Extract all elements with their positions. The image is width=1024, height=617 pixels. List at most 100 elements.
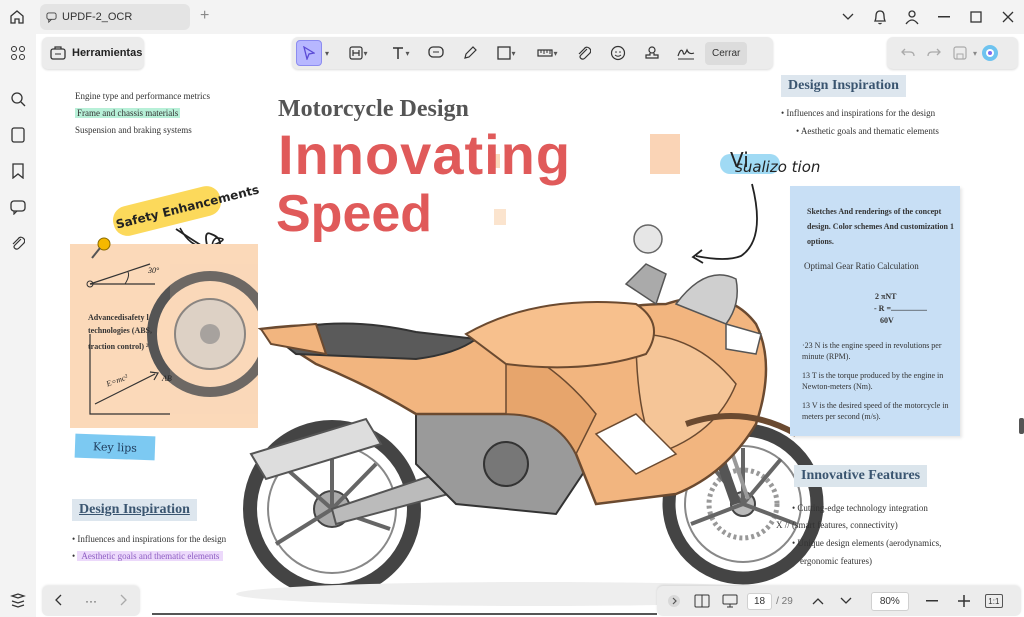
smiley-icon: [610, 45, 626, 61]
bullet-text: Influences and inspirations for the desi…: [77, 534, 227, 544]
title-line-2: Speed: [276, 185, 433, 243]
formula-line-1: 2 πNT: [875, 292, 897, 301]
attachment-icon[interactable]: [7, 232, 29, 254]
layers-icon[interactable]: [7, 590, 29, 612]
bottom-bullet-list: • Influences and inspirations for the de…: [72, 534, 226, 561]
save-icon[interactable]: [947, 40, 973, 66]
n-definition: ·23 N is the engine speed in revolutions…: [802, 341, 942, 361]
key-tips-tag[interactable]: Key lips: [74, 433, 156, 461]
maximize-button[interactable]: [960, 0, 992, 34]
chevron-down-icon[interactable]: [835, 589, 857, 613]
undo-icon[interactable]: [895, 40, 921, 66]
history-toolbar: ▾: [887, 37, 1018, 69]
tools-label: Herramientas: [72, 47, 143, 59]
pages-icon[interactable]: [7, 124, 29, 146]
pencil-tool-button[interactable]: [457, 40, 483, 66]
ai-assistant-icon[interactable]: [977, 40, 1003, 66]
cursor-icon: [303, 46, 315, 60]
text-tool-button[interactable]: ▾: [385, 40, 415, 66]
sticker-tool-button[interactable]: [605, 40, 631, 66]
user-icon[interactable]: [896, 0, 928, 34]
innovative-features-heading: Innovative Features: [794, 465, 928, 487]
zoom-in-icon[interactable]: [953, 589, 975, 613]
spec-list: Engine type and performance metrics Fram…: [75, 91, 210, 135]
highlight-tool-button[interactable]: ▾: [343, 40, 373, 66]
list-item-highlighted[interactable]: • Aesthetic goals and thematic elements: [72, 551, 226, 561]
title-line-1: Innovating: [278, 123, 572, 186]
design-inspiration-heading-top: Design Inspiration: [781, 75, 906, 97]
new-tab-button[interactable]: +: [200, 7, 209, 25]
text-icon: [392, 47, 403, 59]
total-pages: / 29: [776, 595, 793, 607]
rectangle-icon: [496, 46, 511, 60]
minimize-button[interactable]: [928, 0, 960, 34]
attach-tool-button[interactable]: [571, 40, 597, 66]
angle-label: 30°: [148, 266, 160, 275]
innov-bullet-2: X // (smart features, connectivity): [776, 520, 898, 530]
actual-size-button[interactable]: 1:1: [984, 594, 1003, 608]
paperclip-icon: [578, 46, 592, 60]
visualization-label-2: sualizo tion: [735, 158, 821, 176]
close-annotation-button[interactable]: Cerrar: [705, 41, 748, 65]
highlight-icon: [348, 46, 363, 60]
v-definition: 13 V is the desired speed of the motorcy…: [802, 401, 949, 421]
bookmark-icon[interactable]: [7, 160, 29, 182]
close-window-button[interactable]: [992, 0, 1024, 34]
collapse-arrow-icon[interactable]: [663, 589, 685, 613]
reading-mode-icon[interactable]: [691, 589, 713, 613]
t-definition: 13 T is the torque produced by the engin…: [802, 371, 944, 391]
stamp-tool-button[interactable]: [639, 40, 665, 66]
chevron-down-icon[interactable]: [832, 0, 864, 34]
home-icon[interactable]: [6, 6, 28, 28]
signature-tool-button[interactable]: [673, 40, 699, 66]
calc-title: Optimal Gear Ratio Calculation: [804, 261, 919, 271]
signature-icon: [677, 48, 695, 60]
toolbox-icon: [50, 46, 66, 60]
shape-tool-button[interactable]: ▾: [491, 40, 521, 66]
title-bar: UPDF-2_OCR +: [0, 0, 1024, 34]
document-canvas: Engine type and performance metrics Fram…: [36, 34, 1024, 617]
document-tab[interactable]: UPDF-2_OCR: [40, 4, 190, 30]
measure-tool-button[interactable]: ▾: [531, 40, 563, 66]
innov-bullet-3: • Unique design elements (aerodynamics,: [792, 538, 942, 548]
list-item: Suspension and braking systems: [75, 125, 192, 135]
bell-icon[interactable]: [864, 0, 896, 34]
note-line-1: Advancedisafety l: [88, 313, 149, 322]
vertical-scrollbar[interactable]: [1019, 418, 1024, 434]
formula-line-3: 60V: [880, 316, 894, 325]
search-icon[interactable]: [7, 88, 29, 110]
comment-tool-button[interactable]: [423, 40, 449, 66]
innov-bullet-4: ergonomic features): [800, 556, 873, 566]
select-tool-button[interactable]: [296, 40, 322, 66]
chevron-up-icon[interactable]: [807, 589, 829, 613]
redo-icon[interactable]: [921, 40, 947, 66]
zoom-level[interactable]: 80%: [870, 591, 909, 611]
left-sidebar: [0, 34, 36, 617]
annotation-toolbar: ▾ ▾ ▾ ▾ ▾ Cerrar: [292, 37, 773, 69]
pencil-icon: [464, 46, 477, 59]
tab-title: UPDF-2_OCR: [62, 11, 133, 23]
comments-icon[interactable]: [7, 196, 29, 218]
presentation-icon[interactable]: [719, 589, 741, 613]
subtitle: Motorcycle Design: [278, 96, 469, 122]
tools-button[interactable]: Herramientas: [42, 37, 144, 69]
innov-bullet-1: • Cutting-edge technology integration: [792, 503, 928, 513]
safety-note[interactable]: 30° Advancedisafety l technologies (ABS,…: [70, 237, 258, 428]
chevron-left-icon[interactable]: [54, 594, 62, 609]
current-page-input[interactable]: 18: [747, 592, 773, 610]
more-button[interactable]: ···: [85, 594, 97, 608]
gear-ratio-note[interactable]: Sketches And renderings of the concept d…: [790, 186, 960, 436]
ab-label: AB: [162, 374, 172, 383]
apps-grid-icon[interactable]: [7, 42, 29, 64]
list-item-highlighted[interactable]: Frame and chassis materials: [75, 108, 181, 118]
note-sketches: [86, 263, 258, 415]
formula-line-2: - R =..................: [874, 304, 927, 313]
top-bullet-2: • Aesthetic goals and thematic elements: [796, 126, 939, 136]
comment-icon: [428, 46, 444, 58]
zoom-out-icon[interactable]: [921, 589, 943, 613]
stamp-icon: [645, 46, 659, 59]
chevron-right-icon[interactable]: [120, 594, 128, 609]
list-item: • Influences and inspirations for the de…: [72, 534, 227, 544]
page-nav-left: ···: [42, 586, 140, 616]
chevron-down-icon[interactable]: ▾: [325, 49, 329, 58]
